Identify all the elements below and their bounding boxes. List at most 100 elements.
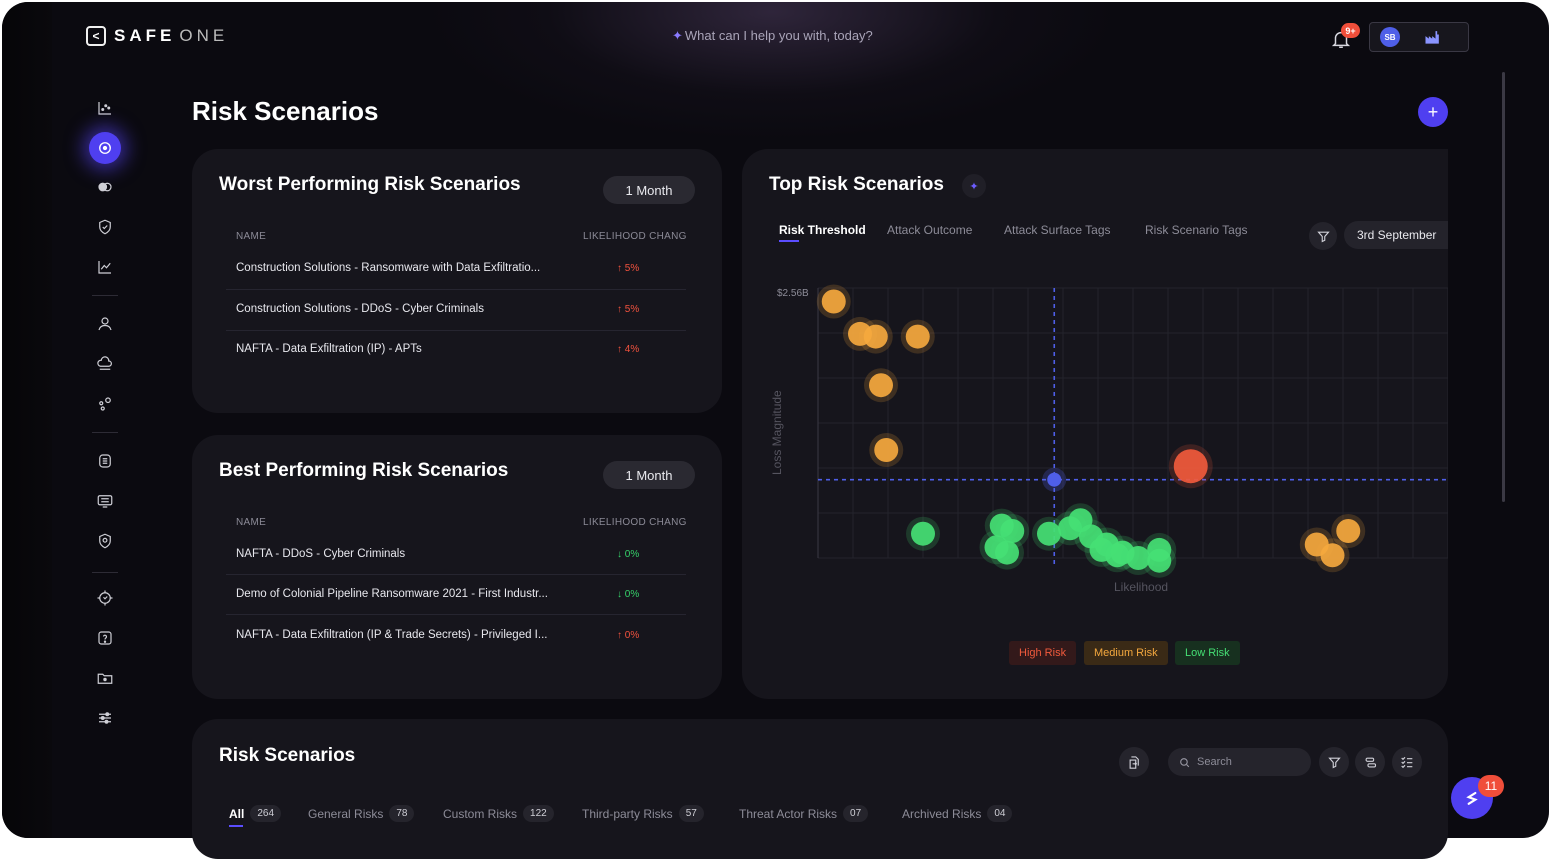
x-axis-label: Likelihood (1114, 580, 1168, 594)
logo-mark-icon: < (86, 26, 106, 46)
search-input[interactable]: Search (1168, 748, 1311, 776)
column-header-change: LIKELIHOOD CHANG (583, 231, 687, 242)
folder-icon[interactable] (94, 667, 116, 689)
filter-icon (1327, 757, 1341, 768)
table-row-name[interactable]: NAFTA - Data Exfiltration (IP) - APTs (236, 343, 422, 355)
table-row-name[interactable]: Construction Solutions - Ransomware with… (236, 262, 540, 274)
tab-threat-actor-risks[interactable]: Threat Actor Risks 07 (739, 805, 869, 822)
y-top-tick: $2.56B (777, 288, 809, 299)
sparkle-icon: ✦ (672, 28, 683, 43)
tab-label: Third-party Risks (582, 806, 673, 821)
shield-check-icon[interactable] (94, 216, 116, 238)
column-header-name: NAME (236, 231, 267, 242)
tab-third-party-risks[interactable]: Third-party Risks 57 (582, 805, 704, 822)
add-scenario-button[interactable]: + (1418, 97, 1448, 127)
risk-point (1147, 548, 1172, 573)
chat-badge: 11 (1478, 775, 1504, 797)
scatter-chart-icon[interactable] (94, 97, 116, 119)
risk-scatter-chart: $2.56B Loss Magnitude Likelihood (770, 284, 1448, 594)
risk-scenarios-card: Risk Scenarios (192, 719, 1448, 859)
settings-gear-icon[interactable] (94, 587, 116, 609)
legend-high-risk[interactable]: High Risk (1009, 641, 1077, 665)
tab-risk-scenario-tags[interactable]: Risk Scenario Tags (1145, 223, 1248, 237)
tab-attack-surface-tags[interactable]: Attack Surface Tags (1004, 223, 1111, 237)
row-divider (226, 289, 686, 290)
date-selector[interactable]: 3rd September (1344, 221, 1448, 249)
legend-low-risk[interactable]: Low Risk (1175, 641, 1240, 665)
table-row-name[interactable]: Demo of Colonial Pipeline Ransomware 202… (236, 588, 548, 600)
table-row-name[interactable]: NAFTA - DDoS - Cyber Criminals (236, 548, 405, 560)
table-row-change: ↑ 0% (617, 630, 640, 641)
tab-label: Custom Risks (443, 806, 518, 821)
logo-text-light: ONE (179, 26, 229, 45)
assistant-prompt[interactable]: ✦ What can I help you with, today? (672, 28, 873, 44)
table-row-name[interactable]: NAFTA - Data Exfiltration (IP & Trade Se… (236, 629, 547, 641)
account-switcher[interactable]: SB (1369, 22, 1469, 52)
risk-point (1320, 543, 1345, 568)
column-header-name: NAME (236, 517, 267, 528)
table-row-change: ↓ 0% (617, 549, 640, 560)
risk-point (863, 324, 888, 349)
threshold-point (1047, 472, 1062, 487)
y-axis-label: Loss Magnitude (770, 390, 784, 475)
group-button[interactable] (1355, 747, 1385, 777)
group-icon (1365, 757, 1376, 767)
table-row-change: ↑ 5% (617, 263, 640, 274)
nodes-icon[interactable] (94, 393, 116, 415)
tab-count: 57 (678, 805, 704, 822)
active-tab-indicator (779, 240, 799, 242)
sidebar-divider (92, 572, 118, 573)
risk-scenarios-nav[interactable] (89, 132, 121, 164)
date-selector-label: 3rd September (1357, 228, 1437, 242)
page-scrollbar[interactable] (1502, 72, 1505, 502)
tab-all[interactable]: All 264 (229, 805, 282, 822)
period-selector[interactable]: 1 Month (603, 461, 695, 489)
period-selector[interactable]: 1 Month (603, 176, 695, 204)
sliders-icon[interactable] (94, 707, 116, 729)
tab-count: 07 (843, 805, 869, 822)
logo[interactable]: < SAFE ONE (86, 26, 228, 46)
checklist-icon (1401, 756, 1413, 769)
column-header-change: LIKELIHOOD CHANG (583, 517, 687, 528)
user-icon[interactable] (94, 313, 116, 335)
database-icon[interactable] (94, 450, 116, 472)
row-divider (226, 574, 686, 575)
card-title: Best Performing Risk Scenarios (219, 460, 509, 481)
columns-button[interactable] (1392, 747, 1422, 777)
help-icon[interactable] (94, 627, 116, 649)
sidebar-divider (92, 432, 118, 433)
notifications-badge: 9+ (1341, 23, 1360, 38)
chart-filter-button[interactable] (1309, 222, 1337, 250)
best-performing-card: Best Performing Risk Scenarios 1 Month N… (192, 435, 722, 699)
server-list-icon[interactable] (94, 490, 116, 512)
sparkle-icon[interactable]: ✦ (962, 174, 986, 198)
card-title: Risk Scenarios (219, 745, 356, 766)
table-row-change: ↓ 0% (617, 589, 640, 600)
tab-risk-threshold[interactable]: Risk Threshold (779, 223, 866, 237)
tab-general-risks[interactable]: General Risks 78 (308, 805, 415, 822)
table-row-change: ↑ 5% (617, 304, 640, 315)
cloud-icon[interactable] (94, 353, 116, 375)
page-title: Risk Scenarios (192, 96, 379, 126)
tab-label: Archived Risks (902, 806, 982, 821)
logo-text-bold: SAFE (114, 26, 176, 45)
tab-attack-outcome[interactable]: Attack Outcome (887, 223, 972, 237)
risk-point (1173, 449, 1208, 484)
search-icon (1180, 757, 1190, 767)
risk-point (869, 373, 893, 398)
risk-point (995, 540, 1019, 565)
risk-point (911, 521, 935, 546)
risk-point (821, 289, 846, 314)
tab-custom-risks[interactable]: Custom Risks 122 (443, 805, 554, 822)
card-title: Top Risk Scenarios (769, 174, 944, 195)
export-icon (1129, 755, 1139, 769)
line-chart-icon[interactable] (94, 256, 116, 278)
shield-search-icon[interactable] (94, 530, 116, 552)
tab-archived-risks[interactable]: Archived Risks 04 (902, 805, 1013, 822)
filter-icon (1316, 231, 1330, 242)
toggle-circles-icon[interactable] (94, 176, 116, 198)
export-button[interactable] (1119, 747, 1149, 777)
legend-medium-risk[interactable]: Medium Risk (1084, 641, 1168, 665)
table-row-name[interactable]: Construction Solutions - DDoS - Cyber Cr… (236, 303, 484, 315)
table-filter-button[interactable] (1319, 747, 1349, 777)
